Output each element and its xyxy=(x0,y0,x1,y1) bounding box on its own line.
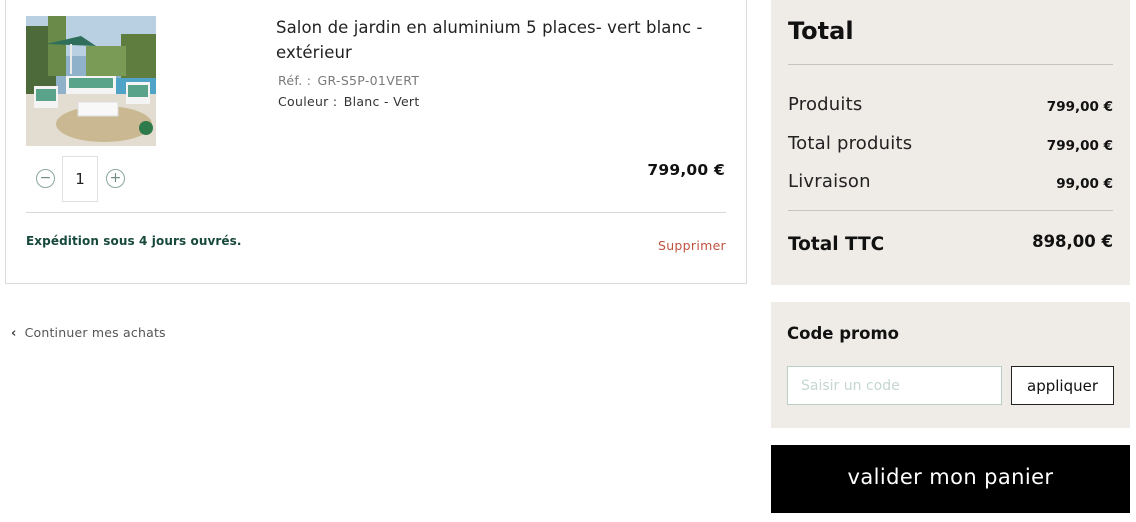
quantity-input[interactable]: 1 xyxy=(62,156,98,202)
shipping-note: Expédition sous 4 jours ouvrés. xyxy=(26,234,242,248)
order-summary: Total Produits 799,00 € Total produits 7… xyxy=(771,0,1130,285)
quantity-decrease-button[interactable]: − xyxy=(36,169,55,188)
garden-furniture-image xyxy=(26,16,156,146)
summary-row-value: 799,00 € xyxy=(1046,138,1113,154)
continue-shopping-link[interactable]: ‹ Continuer mes achats xyxy=(11,325,166,341)
summary-row-value: 99,00 € xyxy=(1056,176,1113,192)
summary-row-delivery: Livraison 99,00 € xyxy=(788,171,1113,195)
remove-item-link[interactable]: Supprimer xyxy=(658,238,726,253)
total-value: 898,00 € xyxy=(1032,232,1113,251)
product-title[interactable]: Salon de jardin en aluminium 5 places- v… xyxy=(276,15,721,65)
summary-row-label: Produits xyxy=(788,94,863,115)
ref-value: GR-S5P-01VERT xyxy=(317,73,420,88)
apply-promo-button[interactable]: appliquer xyxy=(1011,366,1114,405)
ref-label: Réf. : xyxy=(278,73,312,88)
summary-divider xyxy=(788,210,1113,211)
validate-cart-button[interactable]: valider mon panier xyxy=(771,445,1130,513)
item-price: 799,00 € xyxy=(647,161,725,179)
summary-row-label: Livraison xyxy=(788,171,871,192)
product-image[interactable] xyxy=(26,16,156,146)
product-color: Couleur : Blanc - Vert xyxy=(276,94,420,109)
summary-divider xyxy=(788,64,1113,65)
summary-row-products: Produits 799,00 € xyxy=(788,94,1113,118)
promo-title: Code promo xyxy=(787,324,900,343)
promo-code-panel: Code promo appliquer xyxy=(771,302,1130,428)
cart-item-card: Salon de jardin en aluminium 5 places- v… xyxy=(5,0,747,284)
continue-shopping-label: Continuer mes achats xyxy=(24,325,166,340)
summary-row-total-products: Total produits 799,00 € xyxy=(788,133,1113,157)
summary-title: Total xyxy=(788,17,854,45)
chevron-left-icon: ‹ xyxy=(11,326,17,341)
color-label: Couleur : xyxy=(278,94,338,109)
quantity-stepper: − 1 + xyxy=(34,156,134,202)
color-value: Blanc - Vert xyxy=(343,94,420,109)
summary-row-label: Total produits xyxy=(788,133,913,154)
promo-code-input[interactable] xyxy=(787,366,1002,405)
product-reference: Réf. : GR-S5P-01VERT xyxy=(276,73,419,88)
summary-total-row: Total TTC 898,00 € xyxy=(788,232,1113,260)
total-label: Total TTC xyxy=(788,234,885,255)
item-divider xyxy=(26,212,726,213)
summary-row-value: 799,00 € xyxy=(1046,99,1113,115)
quantity-increase-button[interactable]: + xyxy=(106,169,125,188)
